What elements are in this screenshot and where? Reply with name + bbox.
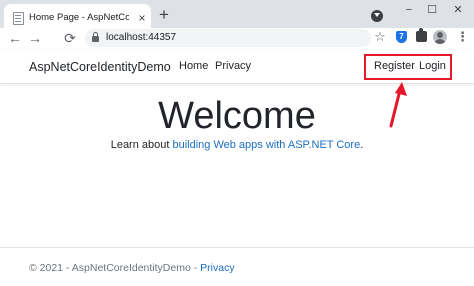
annotation-highlight-box — [364, 54, 452, 80]
forward-arrow-icon[interactable]: → — [27, 30, 43, 46]
nav-link-privacy[interactable]: Privacy — [215, 60, 251, 72]
site-footer: © 2021 - AspNetCoreIdentityDemo - Privac… — [0, 247, 474, 286]
extension-shield-icon[interactable] — [396, 31, 407, 43]
page-heading: Welcome — [158, 95, 316, 137]
more-menu-icon[interactable]: ⋮ — [456, 30, 469, 44]
footer-text: © 2021 - AspNetCoreIdentityDemo - Privac… — [29, 262, 235, 274]
address-bar[interactable]: localhost:44357 — [85, 29, 371, 47]
lead-paragraph: Learn about building Web apps with ASP.N… — [0, 139, 474, 151]
tab-close-button[interactable]: × — [135, 11, 149, 25]
back-arrow-icon[interactable]: ← — [7, 30, 23, 46]
footer-copyright: © 2021 - AspNetCoreIdentityDemo - — [29, 262, 201, 274]
new-tab-button[interactable]: + — [155, 6, 173, 24]
profile-avatar-icon[interactable] — [433, 30, 447, 44]
close-window-button[interactable]: ✕ — [446, 2, 470, 18]
bookmark-star-icon[interactable]: ☆ — [373, 30, 387, 44]
tab-search-icon[interactable] — [371, 10, 383, 22]
lead-suffix: . — [360, 139, 364, 151]
aspnet-docs-link[interactable]: building Web apps with ASP.NET Core — [172, 139, 360, 151]
extensions-puzzle-icon[interactable] — [416, 28, 427, 42]
footer-privacy-link[interactable]: Privacy — [200, 262, 234, 274]
page-favicon-icon — [13, 12, 24, 25]
browser-toolbar: ← → ⟳ localhost:44357 ☆ ⋮ — [0, 28, 474, 48]
nav-link-home[interactable]: Home — [179, 60, 208, 72]
tab-title: Home Page - AspNetCoreIdentit — [29, 12, 129, 23]
reload-icon[interactable]: ⟳ — [62, 30, 78, 46]
lead-prefix: Learn about — [110, 139, 173, 151]
maximize-button[interactable]: ☐ — [420, 2, 444, 18]
url-text[interactable]: localhost:44357 — [106, 32, 176, 43]
minimize-button[interactable]: − — [397, 2, 421, 18]
site-brand[interactable]: AspNetCoreIdentityDemo — [29, 60, 171, 74]
lock-icon[interactable] — [92, 32, 99, 42]
